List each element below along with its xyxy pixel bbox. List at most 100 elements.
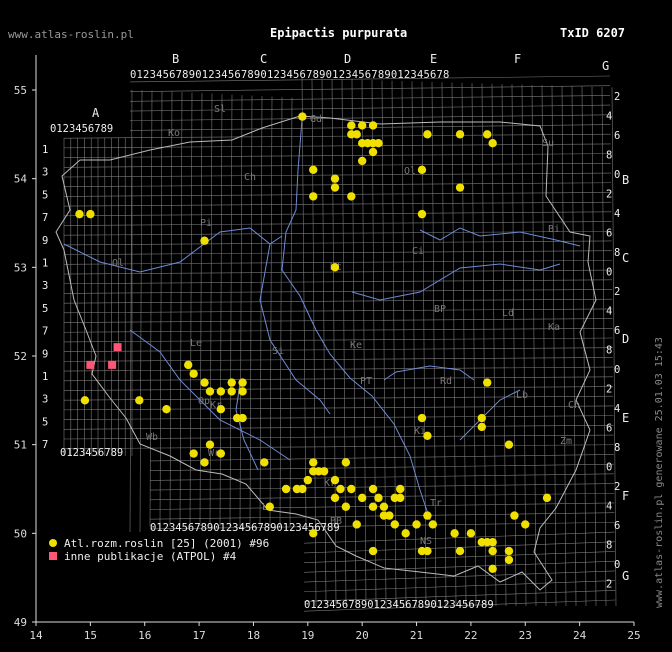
grid-digit-right: 6	[614, 130, 620, 142]
occurrence-point-yellow	[483, 378, 492, 387]
grid-digit-left: 1	[42, 371, 48, 383]
lon-tick-label: 21	[410, 629, 423, 642]
grid-h	[63, 327, 613, 333]
grid-digit-right: 2	[606, 384, 612, 396]
region-label: PT	[360, 376, 372, 387]
grid-letter-right: B	[622, 173, 629, 187]
occurrence-point-yellow	[423, 130, 432, 139]
grid-letter-top: A	[92, 106, 100, 120]
grid-letter-top: G	[602, 59, 609, 73]
occurrence-point-yellow	[309, 192, 318, 201]
occurrence-point-yellow	[455, 546, 465, 556]
occurrence-point-yellow	[238, 413, 247, 423]
grid-h	[63, 192, 612, 197]
occurrence-point-yellow	[466, 529, 476, 538]
region-label: Ol	[404, 166, 416, 177]
grid-v	[371, 80, 377, 607]
grid-digit-right: 0	[614, 169, 620, 181]
grid-letter-top: F	[514, 52, 521, 66]
lon-tick-label: 19	[301, 629, 314, 642]
occurrence-point-yellow	[423, 511, 432, 520]
occurrence-point-yellow	[542, 493, 552, 503]
occurrence-point-yellow	[488, 546, 497, 556]
lat-tick-label: 49	[14, 616, 27, 629]
grid-letter-right: D	[622, 332, 629, 346]
occurrence-point-yellow	[80, 396, 90, 405]
occurrence-point-yellow	[357, 493, 367, 503]
grid-digit-left: 7	[42, 326, 48, 338]
lon-tick-label: 14	[29, 629, 43, 642]
grid-v	[229, 94, 233, 527]
grid-h	[63, 133, 611, 139]
grid-digit-right: 0	[606, 462, 612, 474]
occurrence-point-yellow	[368, 484, 378, 494]
region-label: Gd	[310, 114, 322, 125]
grid-digit-left: 1	[42, 144, 48, 156]
occurrence-point-yellow	[368, 147, 378, 157]
grid-v	[471, 83, 477, 607]
region-label: Op	[198, 396, 210, 407]
grid-h	[63, 415, 614, 420]
occurrence-point-yellow	[200, 236, 209, 245]
grid-digits-a: 0123456789	[50, 123, 113, 135]
lon-tick-label: 15	[84, 629, 97, 642]
occurrence-point-yellow	[200, 458, 209, 467]
grid-digit-left: 3	[42, 394, 48, 406]
occurrence-point-yellow	[504, 555, 514, 565]
grid-digit-right: 2	[606, 579, 612, 591]
region-label: Bi	[548, 224, 560, 235]
grid-h	[63, 211, 612, 217]
occurrence-point-yellow	[488, 139, 497, 148]
grid-digit-right: 0	[614, 364, 620, 376]
grid-letter-right: C	[622, 251, 629, 265]
occurrence-point-yellow	[135, 396, 144, 405]
occurrence-point-yellow	[504, 440, 514, 449]
occurrence-point-yellow	[216, 405, 226, 414]
lon-tick-label: 18	[247, 629, 260, 642]
occurrence-point-yellow	[330, 263, 340, 272]
grid-h	[63, 366, 613, 372]
lat-tick-label: 55	[14, 84, 27, 97]
grid-v	[591, 86, 597, 607]
occurrence-point-yellow	[319, 467, 329, 476]
occurrence-point-yellow	[488, 564, 497, 573]
grid-digit-left: 5	[42, 416, 48, 428]
occurrence-point-yellow	[357, 156, 367, 166]
region-label: BP	[434, 304, 446, 315]
occurrence-point-yellow	[330, 183, 340, 192]
grid-v	[189, 92, 193, 527]
occurrence-point-yellow	[330, 174, 340, 183]
occurrence-point-yellow	[238, 387, 247, 396]
occurrence-point-yellow	[216, 449, 226, 458]
occurrence-point-yellow	[336, 484, 345, 494]
grid-v	[289, 97, 293, 527]
grid-digit-left: 3	[42, 167, 48, 179]
occurrence-point-yellow	[341, 458, 351, 467]
grid-digit-right: 4	[614, 208, 620, 220]
grid-v	[461, 82, 467, 607]
grid-digit-left: 7	[42, 439, 48, 451]
occurrence-point-yellow	[352, 130, 361, 139]
occurrence-point-yellow	[347, 484, 356, 494]
grid-h	[63, 250, 612, 255]
region-labels: SlKoGdElSuOlChBiPiCiKtOlLdLeSiKaBPKePTRd…	[112, 104, 580, 547]
occurrence-point-yellow	[396, 484, 405, 494]
grid-digit-right: 2	[614, 481, 620, 493]
grid-letter-right: E	[622, 411, 629, 425]
region-label: Su	[542, 138, 554, 149]
legend-label: inne publikacje (ATPOL) #4	[64, 550, 237, 563]
grid-v	[511, 84, 517, 607]
grid-digit-left: 5	[42, 303, 48, 315]
grid-h	[129, 85, 611, 92]
occurrence-point-yellow	[309, 165, 318, 174]
grid-v	[531, 84, 537, 607]
occurrence-point-yellow	[374, 139, 383, 148]
grid-digit-right: 8	[606, 345, 612, 357]
grid-digits-bottom: 012345678901234567890123456789	[304, 599, 494, 611]
occurrence-point-yellow	[162, 405, 171, 414]
occurrence-point-yellow	[417, 413, 427, 423]
grid-v	[441, 82, 447, 607]
grid-letter-top: D	[344, 52, 351, 66]
lon-tick-label: 25	[627, 629, 640, 642]
occurrence-point-yellow	[189, 369, 198, 378]
